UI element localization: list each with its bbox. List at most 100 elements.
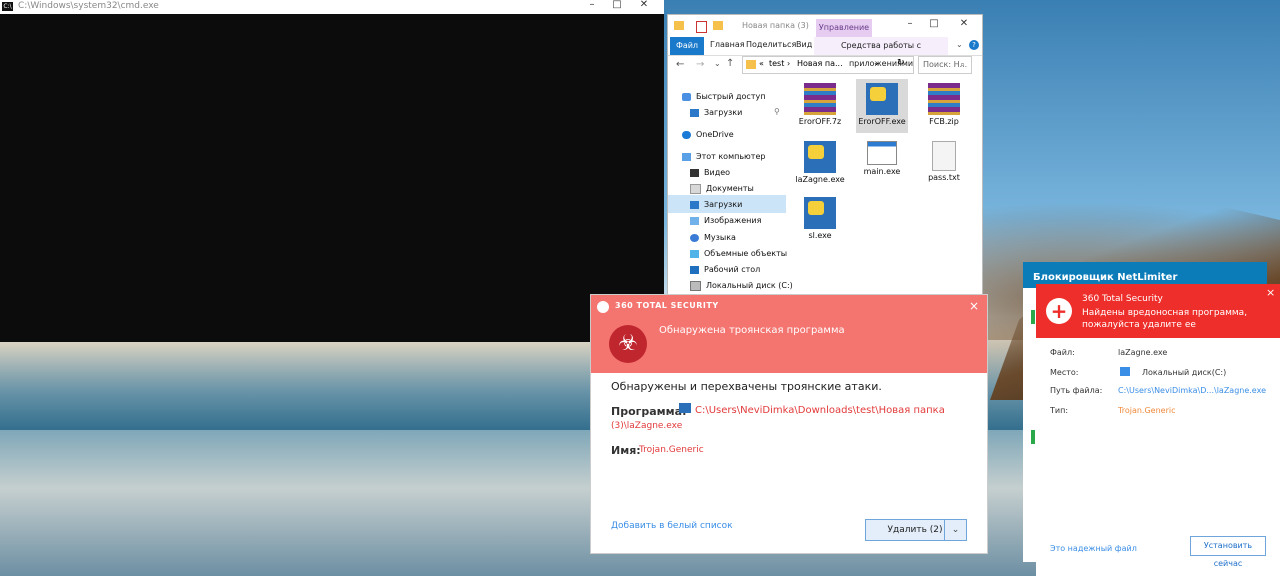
close-button[interactable]: ✕ <box>952 19 976 31</box>
music-icon <box>690 233 699 242</box>
text-file-icon <box>932 141 956 171</box>
threat-name: Trojan.Generic <box>639 445 704 455</box>
maximize-button[interactable]: □ <box>922 19 946 31</box>
file-name: FCB.zip <box>929 117 959 126</box>
nav-images[interactable]: Изображения <box>690 213 761 229</box>
nav-label: OneDrive <box>696 130 734 139</box>
program-label: Программа: <box>611 405 687 418</box>
help-icon[interactable]: ? <box>969 40 979 50</box>
tab-view[interactable]: Вид <box>796 40 812 49</box>
winrar-archive-icon <box>804 83 836 115</box>
dialog-title: Обнаружена троянская программа <box>659 325 845 336</box>
program-path: C:\Users\NeviDimka\Downloads\test\Новая … <box>695 405 945 416</box>
cloud-icon <box>682 130 691 139</box>
file-name: laZagne.exe <box>795 175 845 184</box>
cmd-icon: C:\ <box>2 2 13 11</box>
up-arrow-icon[interactable]: ↑ <box>726 58 734 69</box>
navigation-pane: Быстрый доступ Загрузки ⚲ OneDrive Этот … <box>668 79 793 291</box>
file-item[interactable]: main.exe <box>856 141 908 176</box>
tab-share[interactable]: Поделиться <box>746 40 796 49</box>
tab-file[interactable]: Файл <box>670 37 704 55</box>
install-now-button[interactable]: Установить сейчас <box>1190 536 1266 568</box>
download-icon <box>690 108 699 117</box>
360-logo-icon <box>597 301 609 313</box>
nav-downloads[interactable]: Загрузки <box>690 197 742 213</box>
explorer-window[interactable]: Новая папка (3) Управление – □ ✕ Файл Гл… <box>667 14 983 296</box>
nav-desktop[interactable]: Рабочий стол <box>690 262 760 278</box>
back-arrow-icon[interactable]: ← <box>676 59 684 70</box>
file-label: Файл: <box>1050 348 1075 357</box>
cmd-titlebar[interactable]: C:\ C:\Windows\system32\cmd.exe – □ ✕ <box>0 0 664 14</box>
nav-downloads-pinned[interactable]: Загрузки <box>690 105 742 121</box>
chevron-down-icon[interactable]: ⌄ <box>956 40 963 49</box>
tab-manage[interactable]: Управление <box>816 19 872 37</box>
nav-label: Рабочий стол <box>704 265 761 274</box>
nav-label: Изображения <box>704 216 762 225</box>
explorer-titlebar[interactable]: Новая папка (3) Управление – □ ✕ <box>668 15 982 37</box>
file-item[interactable]: sl.exe <box>794 197 846 240</box>
download-icon <box>690 200 699 209</box>
breadcrumb-test[interactable]: test <box>769 59 784 68</box>
type-value: Trojan.Generic <box>1118 406 1176 415</box>
video-icon <box>690 168 699 177</box>
nav-onedrive[interactable]: OneDrive <box>682 127 734 143</box>
dialog-brand: 360 TOTAL SECURITY <box>615 301 719 310</box>
address-dropdown-icon[interactable]: ⌄ <box>873 58 880 67</box>
address-bar[interactable]: « test › Новая па... ⌄ ↻ <box>742 56 914 74</box>
nav-video[interactable]: Видео <box>690 165 730 181</box>
nav-label: Видео <box>704 168 731 177</box>
file-item[interactable]: laZagne.exe <box>794 141 846 184</box>
delete-dropdown-icon[interactable]: ⌄ <box>944 519 967 541</box>
nav-quick-access[interactable]: Быстрый доступ <box>682 89 765 105</box>
pin-icon[interactable]: ⚲ <box>774 107 780 116</box>
tab-home[interactable]: Главная <box>710 40 745 49</box>
path-link[interactable]: C:\Users\NeviDimka\D...\laZagne.exe <box>1118 386 1266 395</box>
cmd-window[interactable]: C:\ C:\Windows\system32\cmd.exe – □ ✕ <box>0 0 664 342</box>
minimize-button[interactable]: – <box>898 19 922 31</box>
document-icon <box>690 183 701 194</box>
file-item[interactable]: ErorOFF.7z <box>794 83 846 126</box>
threat-dialog[interactable]: 360 TOTAL SECURITY × ☣ Обнаружена троянс… <box>590 294 988 554</box>
status-bar-indicator <box>1031 430 1035 444</box>
breadcrumb-separator: › <box>787 59 791 68</box>
nav-label: Быстрый доступ <box>696 92 766 101</box>
breadcrumb-current[interactable]: Новая па... <box>797 59 843 68</box>
nav-label: Локальный диск (C:) <box>706 281 793 290</box>
tab-app-tools[interactable]: Средства работы с приложениями <box>814 37 948 68</box>
drive-icon <box>690 280 701 291</box>
breadcrumb-overflow[interactable]: « <box>759 59 764 68</box>
forward-arrow-icon[interactable]: → <box>696 59 704 70</box>
close-icon[interactable]: × <box>969 299 979 313</box>
properties-icon[interactable] <box>696 21 707 33</box>
add-to-whitelist-link[interactable]: Добавить в белый список <box>611 521 733 531</box>
close-icon[interactable]: × <box>1266 286 1275 299</box>
place-value: Локальный диск(C:) <box>1142 368 1227 377</box>
file-name: ErorOFF.exe <box>858 117 906 126</box>
search-input[interactable]: Поиск: Н... ⌕ <box>918 56 972 74</box>
nav-3d-objects[interactable]: Объемные объекты <box>690 246 787 262</box>
maximize-button[interactable]: □ <box>605 0 629 12</box>
security-toast[interactable]: + 360 Total Security Найдены вредоносная… <box>1036 284 1280 576</box>
type-label: Тип: <box>1050 406 1069 415</box>
refresh-icon[interactable]: ↻ <box>897 58 905 68</box>
name-label: Имя: <box>611 444 641 457</box>
new-folder-icon[interactable] <box>713 21 723 30</box>
file-name: main.exe <box>863 167 901 176</box>
file-item-selected[interactable]: ErorOFF.exe <box>856 83 908 126</box>
file-item[interactable]: FCB.zip <box>918 83 970 126</box>
nav-label: Объемные объекты <box>704 249 788 258</box>
nav-label: Документы <box>706 184 754 193</box>
computer-icon <box>682 152 691 161</box>
recent-chevron-icon[interactable]: ⌄ <box>714 59 721 68</box>
nav-this-pc[interactable]: Этот компьютер <box>682 149 765 165</box>
nav-local-disk[interactable]: Локальный диск (C:) <box>690 278 793 294</box>
exe-icon <box>804 141 836 173</box>
star-icon <box>682 92 691 101</box>
trusted-file-link[interactable]: Это надежный файл <box>1050 544 1137 553</box>
file-item[interactable]: pass.txt <box>918 141 970 182</box>
nav-music[interactable]: Музыка <box>690 230 736 246</box>
minimize-button[interactable]: – <box>580 0 604 12</box>
exe-icon <box>804 197 836 229</box>
close-button[interactable]: ✕ <box>632 0 656 12</box>
image-icon <box>690 216 699 225</box>
